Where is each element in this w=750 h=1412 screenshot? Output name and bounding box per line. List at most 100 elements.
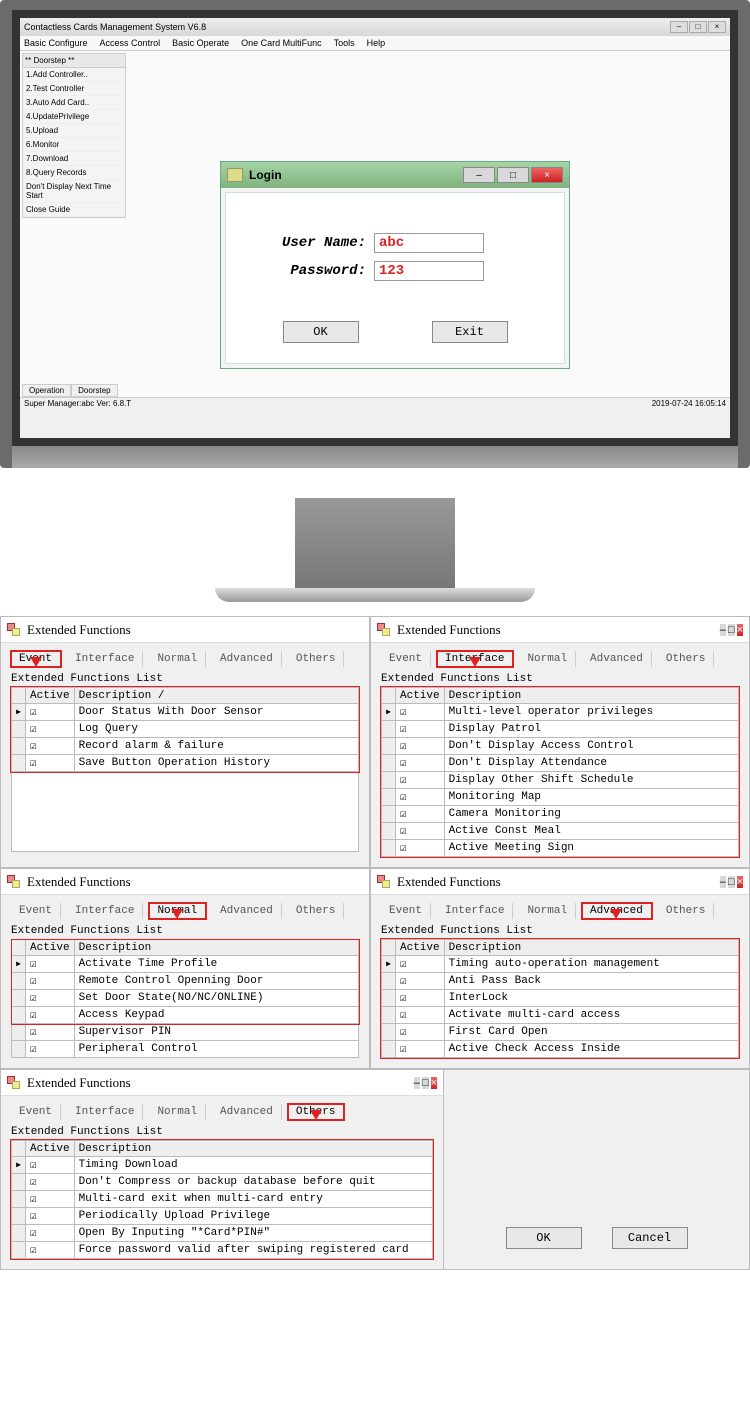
tab-event[interactable]: Event xyxy=(11,651,61,667)
exit-button[interactable]: Exit xyxy=(432,321,508,343)
checkbox[interactable] xyxy=(30,1160,37,1172)
tab-advanced[interactable]: Advanced xyxy=(212,903,282,919)
maximize-icon[interactable]: □ xyxy=(728,624,735,636)
cancel-button[interactable]: Cancel xyxy=(612,1227,688,1249)
col-active[interactable]: Active xyxy=(396,940,445,956)
col-description[interactable]: Description xyxy=(74,1141,432,1157)
tab-event[interactable]: Event xyxy=(381,903,431,919)
checkbox[interactable] xyxy=(400,741,407,753)
close-icon[interactable]: × xyxy=(531,167,563,183)
username-input[interactable] xyxy=(374,233,484,253)
sidebar-item[interactable]: Don't Display Next Time Start xyxy=(23,180,125,203)
menu-item[interactable]: Tools xyxy=(334,38,355,48)
checkbox[interactable] xyxy=(30,1194,37,1206)
maximize-icon[interactable]: □ xyxy=(422,1077,429,1089)
ok-button[interactable]: OK xyxy=(283,321,359,343)
password-input[interactable] xyxy=(374,261,484,281)
menu-item[interactable]: One Card MultiFunc xyxy=(241,38,322,48)
col-active[interactable]: Active xyxy=(26,1141,75,1157)
checkbox[interactable] xyxy=(400,775,407,787)
tab-interface[interactable]: Interface xyxy=(67,903,143,919)
tab-others[interactable]: Others xyxy=(658,903,715,919)
checkbox[interactable] xyxy=(400,993,407,1005)
sidebar-item[interactable]: 8.Query Records xyxy=(23,166,125,180)
maximize-icon[interactable]: □ xyxy=(497,167,529,183)
tab-others[interactable]: Others xyxy=(288,651,345,667)
checkbox[interactable] xyxy=(30,1228,37,1240)
minimize-icon[interactable]: – xyxy=(414,1077,420,1089)
tab-normal[interactable]: Normal xyxy=(149,1104,206,1120)
checkbox[interactable] xyxy=(30,758,37,770)
menu-item[interactable]: Help xyxy=(367,38,386,48)
col-active[interactable]: Active xyxy=(26,940,75,956)
tab-normal[interactable]: Normal xyxy=(519,903,576,919)
minimize-icon[interactable]: – xyxy=(463,167,495,183)
menu-item[interactable]: Access Control xyxy=(100,38,161,48)
tab-advanced[interactable]: Advanced xyxy=(582,651,652,667)
checkbox[interactable] xyxy=(30,976,37,988)
checkbox[interactable] xyxy=(400,707,407,719)
tab-interface[interactable]: Interface xyxy=(437,651,513,667)
tab-event[interactable]: Event xyxy=(11,903,61,919)
sidebar-item[interactable]: 5.Upload xyxy=(23,124,125,138)
close-icon[interactable]: × xyxy=(737,624,743,636)
sidebar-item[interactable]: 6.Monitor xyxy=(23,138,125,152)
checkbox[interactable] xyxy=(30,1177,37,1189)
sidebar-item[interactable]: Close Guide xyxy=(23,203,125,217)
col-description[interactable]: Description xyxy=(444,940,738,956)
col-description[interactable]: Description xyxy=(74,940,358,956)
sidebar-item[interactable]: 4.UpdatePrivilege xyxy=(23,110,125,124)
checkbox[interactable] xyxy=(30,1211,37,1223)
checkbox[interactable] xyxy=(30,741,37,753)
tab-others[interactable]: Others xyxy=(658,651,715,667)
menu-item[interactable]: Basic Operate xyxy=(172,38,229,48)
tab-interface[interactable]: Interface xyxy=(67,651,143,667)
sidebar-item[interactable]: 3.Auto Add Card.. xyxy=(23,96,125,110)
tab-advanced[interactable]: Advanced xyxy=(582,903,652,919)
col-active[interactable]: Active xyxy=(396,688,445,704)
checkbox[interactable] xyxy=(400,809,407,821)
checkbox[interactable] xyxy=(30,707,37,719)
tab-normal[interactable]: Normal xyxy=(149,651,206,667)
checkbox[interactable] xyxy=(400,792,407,804)
tab-advanced[interactable]: Advanced xyxy=(212,1104,282,1120)
tab-normal[interactable]: Normal xyxy=(149,903,206,919)
col-description[interactable]: Description xyxy=(444,688,738,704)
sidebar-item[interactable]: 2.Test Controller xyxy=(23,82,125,96)
col-description[interactable]: Description / xyxy=(74,688,358,704)
checkbox[interactable] xyxy=(400,826,407,838)
checkbox[interactable] xyxy=(400,724,407,736)
tab-advanced[interactable]: Advanced xyxy=(212,651,282,667)
checkbox[interactable] xyxy=(400,1044,407,1056)
sidebar-item[interactable]: 7.Download xyxy=(23,152,125,166)
maximize-icon[interactable]: □ xyxy=(728,876,735,888)
col-active[interactable]: Active xyxy=(26,688,75,704)
checkbox[interactable] xyxy=(400,1010,407,1022)
minimize-icon[interactable]: – xyxy=(720,876,726,888)
tab-interface[interactable]: Interface xyxy=(437,903,513,919)
tab-normal[interactable]: Normal xyxy=(519,651,576,667)
checkbox[interactable] xyxy=(400,758,407,770)
checkbox[interactable] xyxy=(30,1027,37,1039)
tab-others[interactable]: Others xyxy=(288,903,345,919)
checkbox[interactable] xyxy=(400,1027,407,1039)
bottom-tab[interactable]: Doorstep xyxy=(71,384,117,397)
close-icon[interactable]: × xyxy=(708,21,726,33)
minimize-icon[interactable]: – xyxy=(720,624,726,636)
checkbox[interactable] xyxy=(30,724,37,736)
checkbox[interactable] xyxy=(400,959,407,971)
tab-interface[interactable]: Interface xyxy=(67,1104,143,1120)
sidebar-item[interactable]: 1.Add Controller.. xyxy=(23,68,125,82)
checkbox[interactable] xyxy=(400,843,407,855)
checkbox[interactable] xyxy=(30,1044,37,1056)
tab-event[interactable]: Event xyxy=(11,1104,61,1120)
checkbox[interactable] xyxy=(30,959,37,971)
bottom-tab[interactable]: Operation xyxy=(22,384,71,397)
menu-item[interactable]: Basic Configure xyxy=(24,38,88,48)
tab-event[interactable]: Event xyxy=(381,651,431,667)
checkbox[interactable] xyxy=(30,1245,37,1257)
close-icon[interactable]: × xyxy=(737,876,743,888)
tab-others[interactable]: Others xyxy=(288,1104,345,1120)
ok-button[interactable]: OK xyxy=(506,1227,582,1249)
close-icon[interactable]: × xyxy=(431,1077,437,1089)
